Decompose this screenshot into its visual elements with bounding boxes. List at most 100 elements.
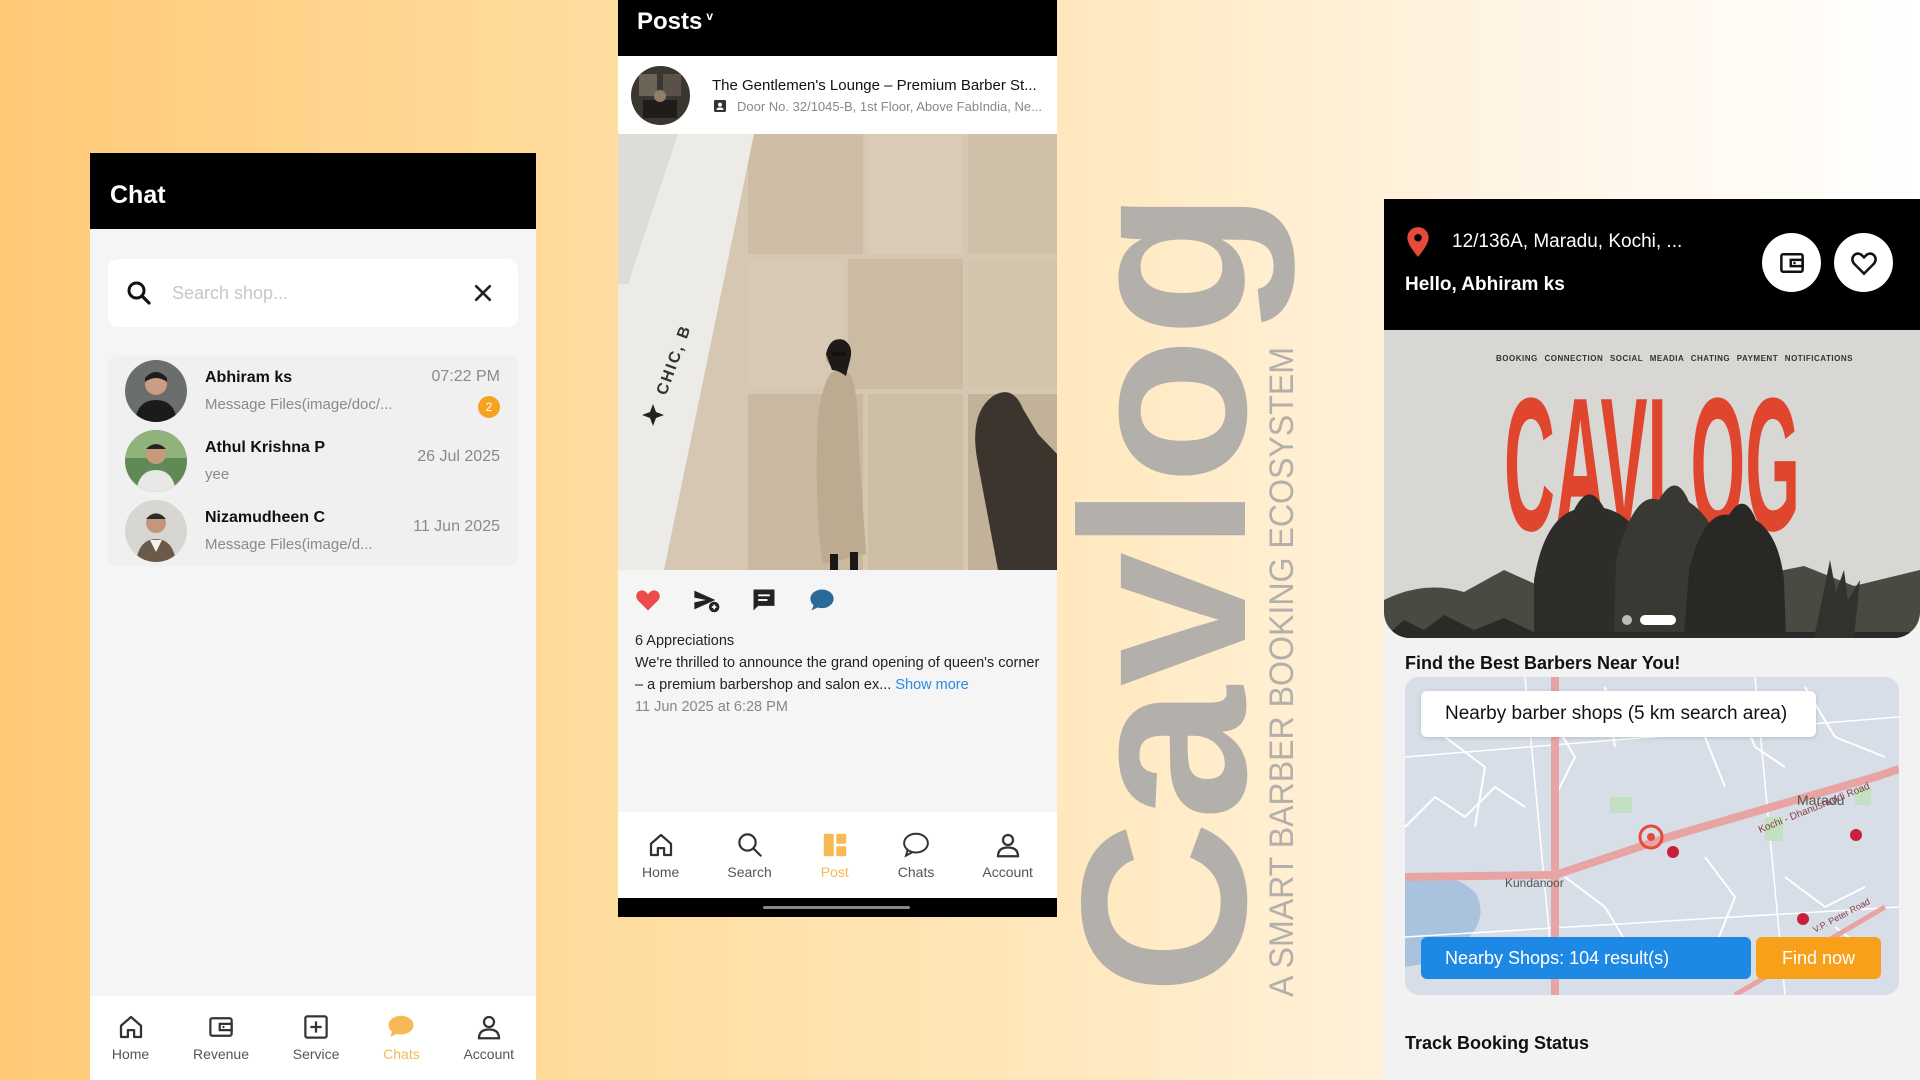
- posts-screen: Posts v The Gentlemen's Lounge – Premium …: [618, 0, 1057, 917]
- nav-label: Chats: [383, 1046, 420, 1062]
- heart-icon[interactable]: [634, 586, 662, 614]
- message-time: 11 Jun 2025: [413, 518, 500, 535]
- nav-service[interactable]: Service: [292, 1012, 340, 1080]
- nav-label: Home: [642, 864, 680, 880]
- shop-name: The Gentlemen's Lounge – Premium Barber …: [712, 77, 1037, 94]
- contact-card-icon: [714, 100, 726, 112]
- conversation-row[interactable]: Nizamudheen C Message Files(image/d... 1…: [108, 496, 518, 566]
- wallet-icon: [1779, 252, 1804, 273]
- home-indicator[interactable]: [763, 906, 910, 909]
- home-icon: [649, 833, 672, 857]
- plus-square-icon: [304, 1015, 328, 1039]
- shop-header[interactable]: The Gentlemen's Lounge – Premium Barber …: [618, 56, 1057, 134]
- map-search-area-label: Nearby barber shops (5 km search area): [1421, 691, 1816, 737]
- last-message: Message Files(image/doc/...: [205, 396, 393, 413]
- search-input[interactable]: [172, 282, 462, 304]
- shop-address-text: Door No. 32/1045-B, 1st Floor, Above Fab…: [737, 98, 1042, 114]
- person-icon: [477, 1015, 500, 1040]
- nav-label: Account: [463, 1046, 515, 1062]
- chevron-down-icon: v: [706, 9, 714, 23]
- bottom-navigation: Home Search Post Chats Account: [618, 812, 1057, 900]
- chat-screen: Chat Abhiram ks Message Files(image/doc/…: [90, 153, 536, 1080]
- nav-home[interactable]: Home: [112, 1012, 149, 1080]
- comment-icon[interactable]: [750, 586, 778, 614]
- bottom-navigation: Home Revenue Service Chats Account: [90, 996, 536, 1080]
- nav-search[interactable]: Search: [727, 830, 772, 900]
- greeting: Hello, Abhiram ks: [1405, 274, 1565, 295]
- map-label-kundanoor: Kundanoor: [1505, 876, 1564, 890]
- message-time: 26 Jul 2025: [417, 448, 500, 465]
- brand-tagline: A SMART BARBER BOOKING ECOSYSTEM: [1263, 347, 1300, 997]
- nav-label: Home: [111, 1046, 150, 1062]
- contact-name: Abhiram ks: [205, 369, 293, 386]
- avatar: [125, 430, 187, 492]
- contact-name: Nizamudheen C: [205, 509, 326, 526]
- close-icon[interactable]: [470, 280, 496, 306]
- unread-badge: 2: [478, 396, 500, 418]
- carousel-indicator: [1622, 615, 1676, 625]
- nearby-results-button[interactable]: Nearby Shops: 104 result(s): [1421, 937, 1751, 979]
- nav-account[interactable]: Account: [463, 1012, 514, 1080]
- post-date: 11 Jun 2025 at 6:28 PM: [635, 699, 788, 715]
- contact-name: Athul Krishna P: [205, 439, 326, 456]
- home-screen: 12/136A, Maradu, Kochi, ... Hello, Abhir…: [1384, 199, 1920, 1080]
- post-caption: We're thrilled to announce the grand ope…: [635, 652, 1045, 696]
- caption-text: We're thrilled to announce the grand ope…: [635, 655, 1040, 693]
- shop-avatar: [631, 66, 690, 125]
- nav-revenue[interactable]: Revenue: [193, 1012, 249, 1080]
- last-message: yee: [205, 466, 230, 483]
- search-box[interactable]: [108, 259, 518, 327]
- nav-label: Revenue: [192, 1046, 249, 1062]
- find-now-button[interactable]: Find now: [1756, 937, 1881, 979]
- track-booking-title: Track Booking Status: [1405, 1033, 1590, 1053]
- nearby-title: Find the Best Barbers Near You!: [1405, 653, 1681, 673]
- location-text[interactable]: 12/136A, Maradu, Kochi, ...: [1452, 231, 1682, 253]
- person-icon: [996, 833, 1019, 858]
- share-send-icon[interactable]: [692, 586, 720, 614]
- location-pin-icon: [1407, 227, 1429, 257]
- nav-chats[interactable]: Chats: [383, 1012, 420, 1080]
- search-icon: [737, 833, 762, 857]
- nav-label: Service: [292, 1046, 340, 1062]
- chat-bubble-icon: [903, 832, 929, 858]
- nav-label: Search: [727, 864, 772, 880]
- promo-banner[interactable]: BOOKING CONNECTION SOCIAL MEADIA CHATING…: [1384, 330, 1920, 638]
- nav-post[interactable]: Post: [820, 830, 850, 900]
- conversation-list: Abhiram ks Message Files(image/doc/... 0…: [108, 356, 518, 566]
- nav-account[interactable]: Account: [982, 830, 1033, 900]
- page-title: Posts: [637, 8, 703, 35]
- chat-bubble-icon: [388, 1015, 414, 1037]
- nav-label: Account: [982, 864, 1033, 880]
- post-caption-block: 6 Appreciations We're thrilled to announ…: [635, 630, 1045, 718]
- nearby-map[interactable]: Maradu Kundanoor Kochi - Dhanushkodi Roa…: [1405, 677, 1899, 995]
- search-icon: [127, 281, 151, 305]
- carousel-dot-active[interactable]: [1640, 615, 1676, 625]
- chat-title: Chat: [90, 153, 536, 229]
- show-more-link[interactable]: Show more: [895, 677, 968, 693]
- nav-home[interactable]: Home: [642, 830, 679, 900]
- conversation-row[interactable]: Abhiram ks Message Files(image/doc/... 0…: [108, 356, 518, 426]
- heart-outline-icon: [1850, 251, 1877, 275]
- home-header: 12/136A, Maradu, Kochi, ... Hello, Abhir…: [1384, 199, 1920, 330]
- brand-tagline-text: A SMART BARBER BOOKING ECOSYSTEM: [1263, 347, 1300, 997]
- last-message: Message Files(image/d...: [205, 536, 373, 553]
- carousel-dot[interactable]: [1622, 615, 1632, 625]
- home-icon: [119, 1015, 142, 1039]
- post-image[interactable]: CHIC, B: [618, 134, 1057, 570]
- posts-title-dropdown[interactable]: Posts v: [618, 0, 1057, 56]
- nav-label: Post: [820, 864, 849, 880]
- favorites-button[interactable]: [1834, 233, 1893, 292]
- post-actions: [634, 586, 836, 614]
- appreciation-count: 6 Appreciations: [635, 633, 735, 649]
- wallet-button[interactable]: [1762, 233, 1821, 292]
- grid-icon: [823, 833, 846, 857]
- nav-label: Chats: [897, 864, 935, 880]
- avatar: [125, 360, 187, 422]
- conversation-row[interactable]: Athul Krishna P yee 26 Jul 2025: [108, 426, 518, 496]
- message-bubble-icon[interactable]: [808, 586, 836, 614]
- wallet-icon: [209, 1017, 233, 1037]
- message-time: 07:22 PM: [431, 368, 500, 385]
- nav-chats[interactable]: Chats: [897, 830, 935, 900]
- avatar: [125, 500, 187, 562]
- shop-address: Door No. 32/1045-B, 1st Floor, Above Fab…: [712, 98, 1042, 114]
